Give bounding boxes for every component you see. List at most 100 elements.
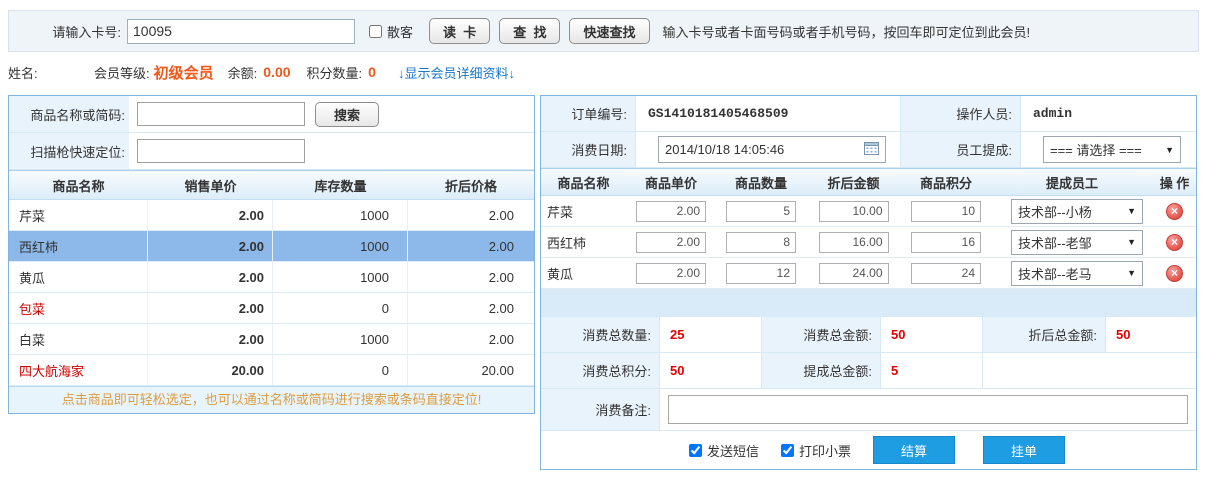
order-panel: 订单编号: GS1410181405468509 操作人员: admin 消费日… (540, 95, 1197, 470)
total-points-label: 消费总积分: (541, 353, 660, 389)
card-input-hint: 输入卡号或者卡面号码或者手机号码，按回车即可定位到此会员! (663, 22, 1031, 41)
discount-total-value: 50 (1106, 317, 1196, 353)
operator-label: 操作人员: (901, 96, 1021, 132)
order-item-row: 芹菜 技术部--小杨 ▼ × (541, 196, 1196, 227)
summary-empty-cell (983, 353, 1196, 389)
card-number-label: 请输入卡号: (9, 22, 127, 41)
order-table-header: 商品名称 商品单价 商品数量 折后金额 商品积分 提成员工 操 作 (541, 168, 1196, 196)
col-commission-employee: 提成员工 (991, 173, 1153, 192)
order-info-grid: 订单编号: GS1410181405468509 操作人员: admin 消费日… (541, 96, 1196, 168)
chevron-down-icon: ▼ (1127, 237, 1136, 247)
commission-total-value: 5 (881, 353, 983, 389)
product-row-selected[interactable]: 西红柿 2.00 1000 2.00 (9, 231, 534, 262)
print-receipt-checkbox[interactable] (781, 444, 794, 457)
settle-button[interactable]: 结算 (873, 436, 955, 464)
total-qty-value: 25 (660, 317, 762, 353)
send-sms-checkbox[interactable] (689, 444, 702, 457)
col-product-name: 商品名称 (9, 176, 148, 195)
member-detail-link[interactable]: ↓显示会员详细资料↓ (398, 63, 515, 82)
employee-select[interactable]: 技术部--老马 ▼ (1011, 261, 1143, 286)
col-operation: 操 作 (1153, 173, 1196, 192)
item-points-input[interactable] (911, 201, 981, 222)
item-points-input[interactable] (911, 232, 981, 253)
product-search-label: 商品名称或简码: (9, 96, 129, 132)
commission-total-label: 提成总金额: (762, 353, 881, 389)
commission-select[interactable]: === 请选择 === ▼ (1043, 136, 1181, 163)
product-row[interactable]: 黄瓜 2.00 1000 2.00 (9, 262, 534, 293)
col-discount-amount: 折后金额 (806, 173, 901, 192)
walkin-label: 散客 (387, 22, 413, 41)
product-search-button[interactable]: 搜索 (315, 102, 379, 127)
product-table-header: 商品名称 销售单价 库存数量 折后价格 (9, 170, 534, 200)
total-amount-label: 消费总金额: (762, 317, 881, 353)
qty-input[interactable] (726, 232, 796, 253)
order-number-value: GS1410181405468509 (636, 96, 901, 132)
commission-label: 员工提成: (901, 132, 1021, 168)
total-amount-value: 50 (881, 317, 983, 353)
operator-value: admin (1021, 96, 1196, 132)
discount-amount-input[interactable] (819, 232, 889, 253)
points-value: 0 (368, 64, 376, 80)
product-search-input[interactable] (137, 102, 305, 126)
card-search-bar: 请输入卡号: 散客 读 卡 查 找 快速查找 输入卡号或者卡面号码或者手机号码，… (8, 10, 1199, 52)
walkin-checkbox[interactable] (369, 25, 382, 38)
delete-item-icon[interactable]: × (1166, 234, 1183, 251)
points-label: 积分数量: (307, 63, 363, 82)
chevron-down-icon: ▼ (1127, 268, 1136, 278)
order-item-row: 西红柿 技术部--老邹 ▼ × (541, 227, 1196, 258)
order-actions: 发送短信 打印小票 结算 挂单 (541, 431, 1196, 469)
quick-find-button[interactable]: 快速查找 (569, 18, 649, 44)
total-qty-label: 消费总数量: (541, 317, 660, 353)
col-item-name: 商品名称 (541, 173, 626, 192)
delete-item-icon[interactable]: × (1166, 265, 1183, 282)
product-row[interactable]: 芹菜 2.00 1000 2.00 (9, 200, 534, 231)
consume-date-label: 消费日期: (541, 132, 636, 168)
unit-price-input[interactable] (636, 263, 706, 284)
col-qty: 商品数量 (716, 173, 806, 192)
col-item-points: 商品积分 (901, 173, 991, 192)
card-number-input[interactable] (127, 19, 355, 44)
read-card-button[interactable]: 读 卡 (429, 18, 490, 44)
discount-amount-input[interactable] (819, 263, 889, 284)
unit-price-input[interactable] (636, 232, 706, 253)
employee-select[interactable]: 技术部--老邹 ▼ (1011, 230, 1143, 255)
member-level-value: 初级会员 (154, 62, 214, 83)
scanner-locate-label: 扫描枪快速定位: (9, 133, 129, 169)
calendar-icon[interactable] (864, 141, 879, 158)
item-points-input[interactable] (911, 263, 981, 284)
send-sms-label: 发送短信 (707, 441, 759, 460)
unit-price-input[interactable] (636, 201, 706, 222)
col-sale-price: 销售单价 (148, 176, 273, 195)
order-summary: 消费总数量: 25 消费总金额: 50 折后总金额: 50 消费总积分: 50 … (541, 317, 1196, 389)
col-discount-price: 折后价格 (408, 176, 534, 195)
product-row[interactable]: 包菜 2.00 0 2.00 (9, 293, 534, 324)
qty-input[interactable] (726, 201, 796, 222)
employee-select[interactable]: 技术部--小杨 ▼ (1011, 199, 1143, 224)
order-item-row: 黄瓜 技术部--老马 ▼ × (541, 258, 1196, 289)
chevron-down-icon: ▼ (1127, 206, 1136, 216)
member-info-bar: 姓名: 会员等级: 初级会员 余额: 0.00 积分数量: 0 ↓显示会员详细资… (8, 56, 1199, 88)
remark-input[interactable] (668, 395, 1188, 424)
balance-label: 余额: (228, 63, 258, 82)
balance-value: 0.00 (263, 64, 290, 80)
order-number-label: 订单编号: (541, 96, 636, 132)
qty-input[interactable] (726, 263, 796, 284)
col-unit-price: 商品单价 (626, 173, 716, 192)
product-list-panel: 商品名称或简码: 搜索 扫描枪快速定位: 商品名称 销售单价 库存数量 折后价格… (8, 95, 535, 414)
product-row[interactable]: 白菜 2.00 1000 2.00 (9, 324, 534, 355)
col-stock-qty: 库存数量 (273, 176, 408, 195)
total-points-value: 50 (660, 353, 762, 389)
delete-item-icon[interactable]: × (1166, 203, 1183, 220)
discount-total-label: 折后总金额: (983, 317, 1106, 353)
hold-order-button[interactable]: 挂单 (983, 436, 1065, 464)
order-table-spacer (541, 289, 1196, 317)
discount-amount-input[interactable] (819, 201, 889, 222)
find-button[interactable]: 查 找 (499, 18, 560, 44)
print-receipt-label: 打印小票 (799, 441, 851, 460)
product-panel-hint: 点击商品即可轻松选定，也可以通过名称或简码进行搜索或条码直接定位! (9, 386, 534, 413)
member-level-label: 会员等级: (94, 63, 150, 82)
consume-date-input[interactable]: 2014/10/18 14:05:46 (658, 136, 886, 163)
scanner-locate-input[interactable] (137, 139, 305, 163)
product-row[interactable]: 四大航海家 20.00 0 20.00 (9, 355, 534, 386)
chevron-down-icon: ▼ (1165, 145, 1174, 155)
